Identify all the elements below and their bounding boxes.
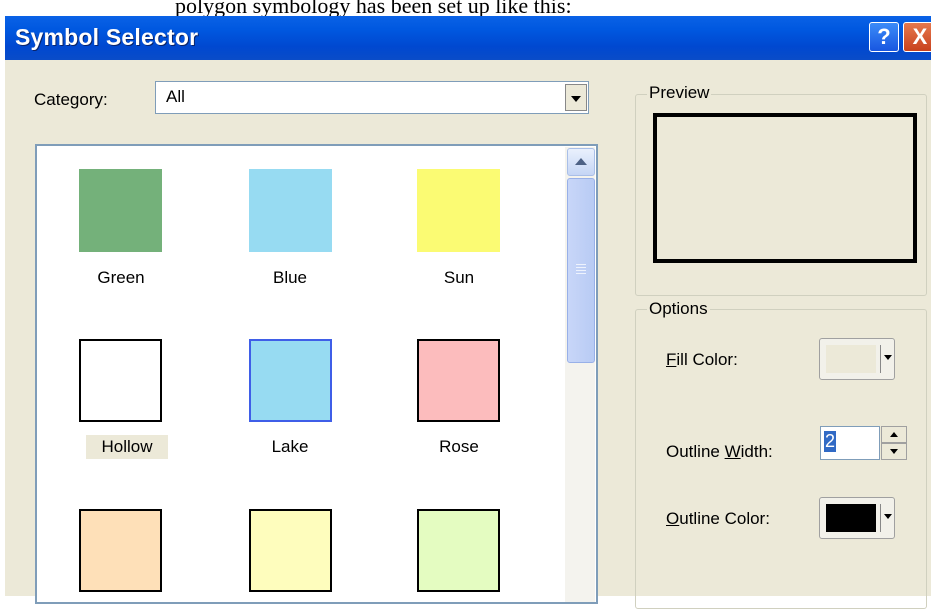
symbol-label: Lake [271, 437, 309, 456]
hotkey-w: W [724, 442, 741, 461]
scrollbar-thumb[interactable] [567, 178, 595, 363]
symbol-swatch-lake[interactable] [249, 339, 332, 422]
divider [880, 504, 881, 532]
category-label: Category: [34, 90, 108, 109]
symbol-swatch-pale-green[interactable] [417, 509, 500, 592]
symbol-label: Green [97, 268, 145, 287]
fill-color-button[interactable] [819, 338, 895, 380]
symbol-swatch-sun[interactable] [417, 169, 500, 252]
outline-width-stepper[interactable] [881, 426, 907, 460]
document-text-fragment: polygon symbology has been set up like t… [0, 0, 931, 16]
outline-color-button[interactable] [819, 497, 895, 539]
close-button[interactable]: X [903, 22, 931, 52]
symbol-label: Sun [443, 268, 475, 287]
spin-down-arrow-icon[interactable] [881, 443, 907, 460]
category-value: All [166, 87, 185, 106]
hotkey-o: O [666, 509, 680, 528]
divider [880, 345, 881, 373]
symbol-list[interactable]: Green Blue Sun Hollow Lake Rose [35, 144, 598, 604]
label-text: Outline [666, 442, 725, 461]
outline-width-label: Outline Width: [666, 442, 773, 462]
window-title: Symbol Selector [15, 24, 199, 50]
category-dropdown[interactable]: All [155, 81, 589, 114]
grip-icon [576, 264, 586, 274]
outline-color-swatch [826, 504, 876, 532]
label-text: utline Color: [679, 509, 770, 528]
preview-box [653, 113, 917, 263]
outline-width-input[interactable]: 2 [820, 426, 880, 460]
fill-color-label: Fill Color: [666, 350, 738, 370]
symbol-label: Rose [439, 437, 479, 456]
options-title: Options [647, 299, 710, 319]
help-button[interactable]: ? [869, 22, 899, 52]
spin-up-arrow-icon[interactable] [881, 426, 907, 443]
chevron-down-icon [884, 514, 892, 519]
symbol-selector-dialog: Symbol Selector ? X Category: All Green … [5, 16, 931, 609]
symbol-swatch-pale-yellow[interactable] [249, 509, 332, 592]
preview-title: Preview [647, 83, 712, 103]
title-bar[interactable]: Symbol Selector ? X [5, 16, 931, 60]
chevron-down-icon[interactable] [565, 84, 587, 111]
outline-width-value: 2 [824, 431, 837, 452]
fill-color-swatch [826, 345, 876, 373]
hotkey-f: F [666, 350, 677, 369]
symbol-swatch-green[interactable] [79, 169, 162, 252]
symbol-label: Blue [272, 268, 308, 287]
chevron-down-icon [884, 355, 892, 360]
symbol-swatch-tan[interactable] [79, 509, 162, 592]
scroll-up-arrow-icon[interactable] [567, 148, 595, 176]
symbol-label-selected: Hollow [86, 435, 168, 459]
symbol-swatch-hollow[interactable] [79, 339, 162, 422]
label-text: ill Color: [676, 350, 738, 369]
label-text: idth: [740, 442, 773, 461]
outline-color-label: Outline Color: [666, 509, 770, 529]
symbol-swatch-blue[interactable] [249, 169, 332, 252]
symbol-swatch-rose[interactable] [417, 339, 500, 422]
